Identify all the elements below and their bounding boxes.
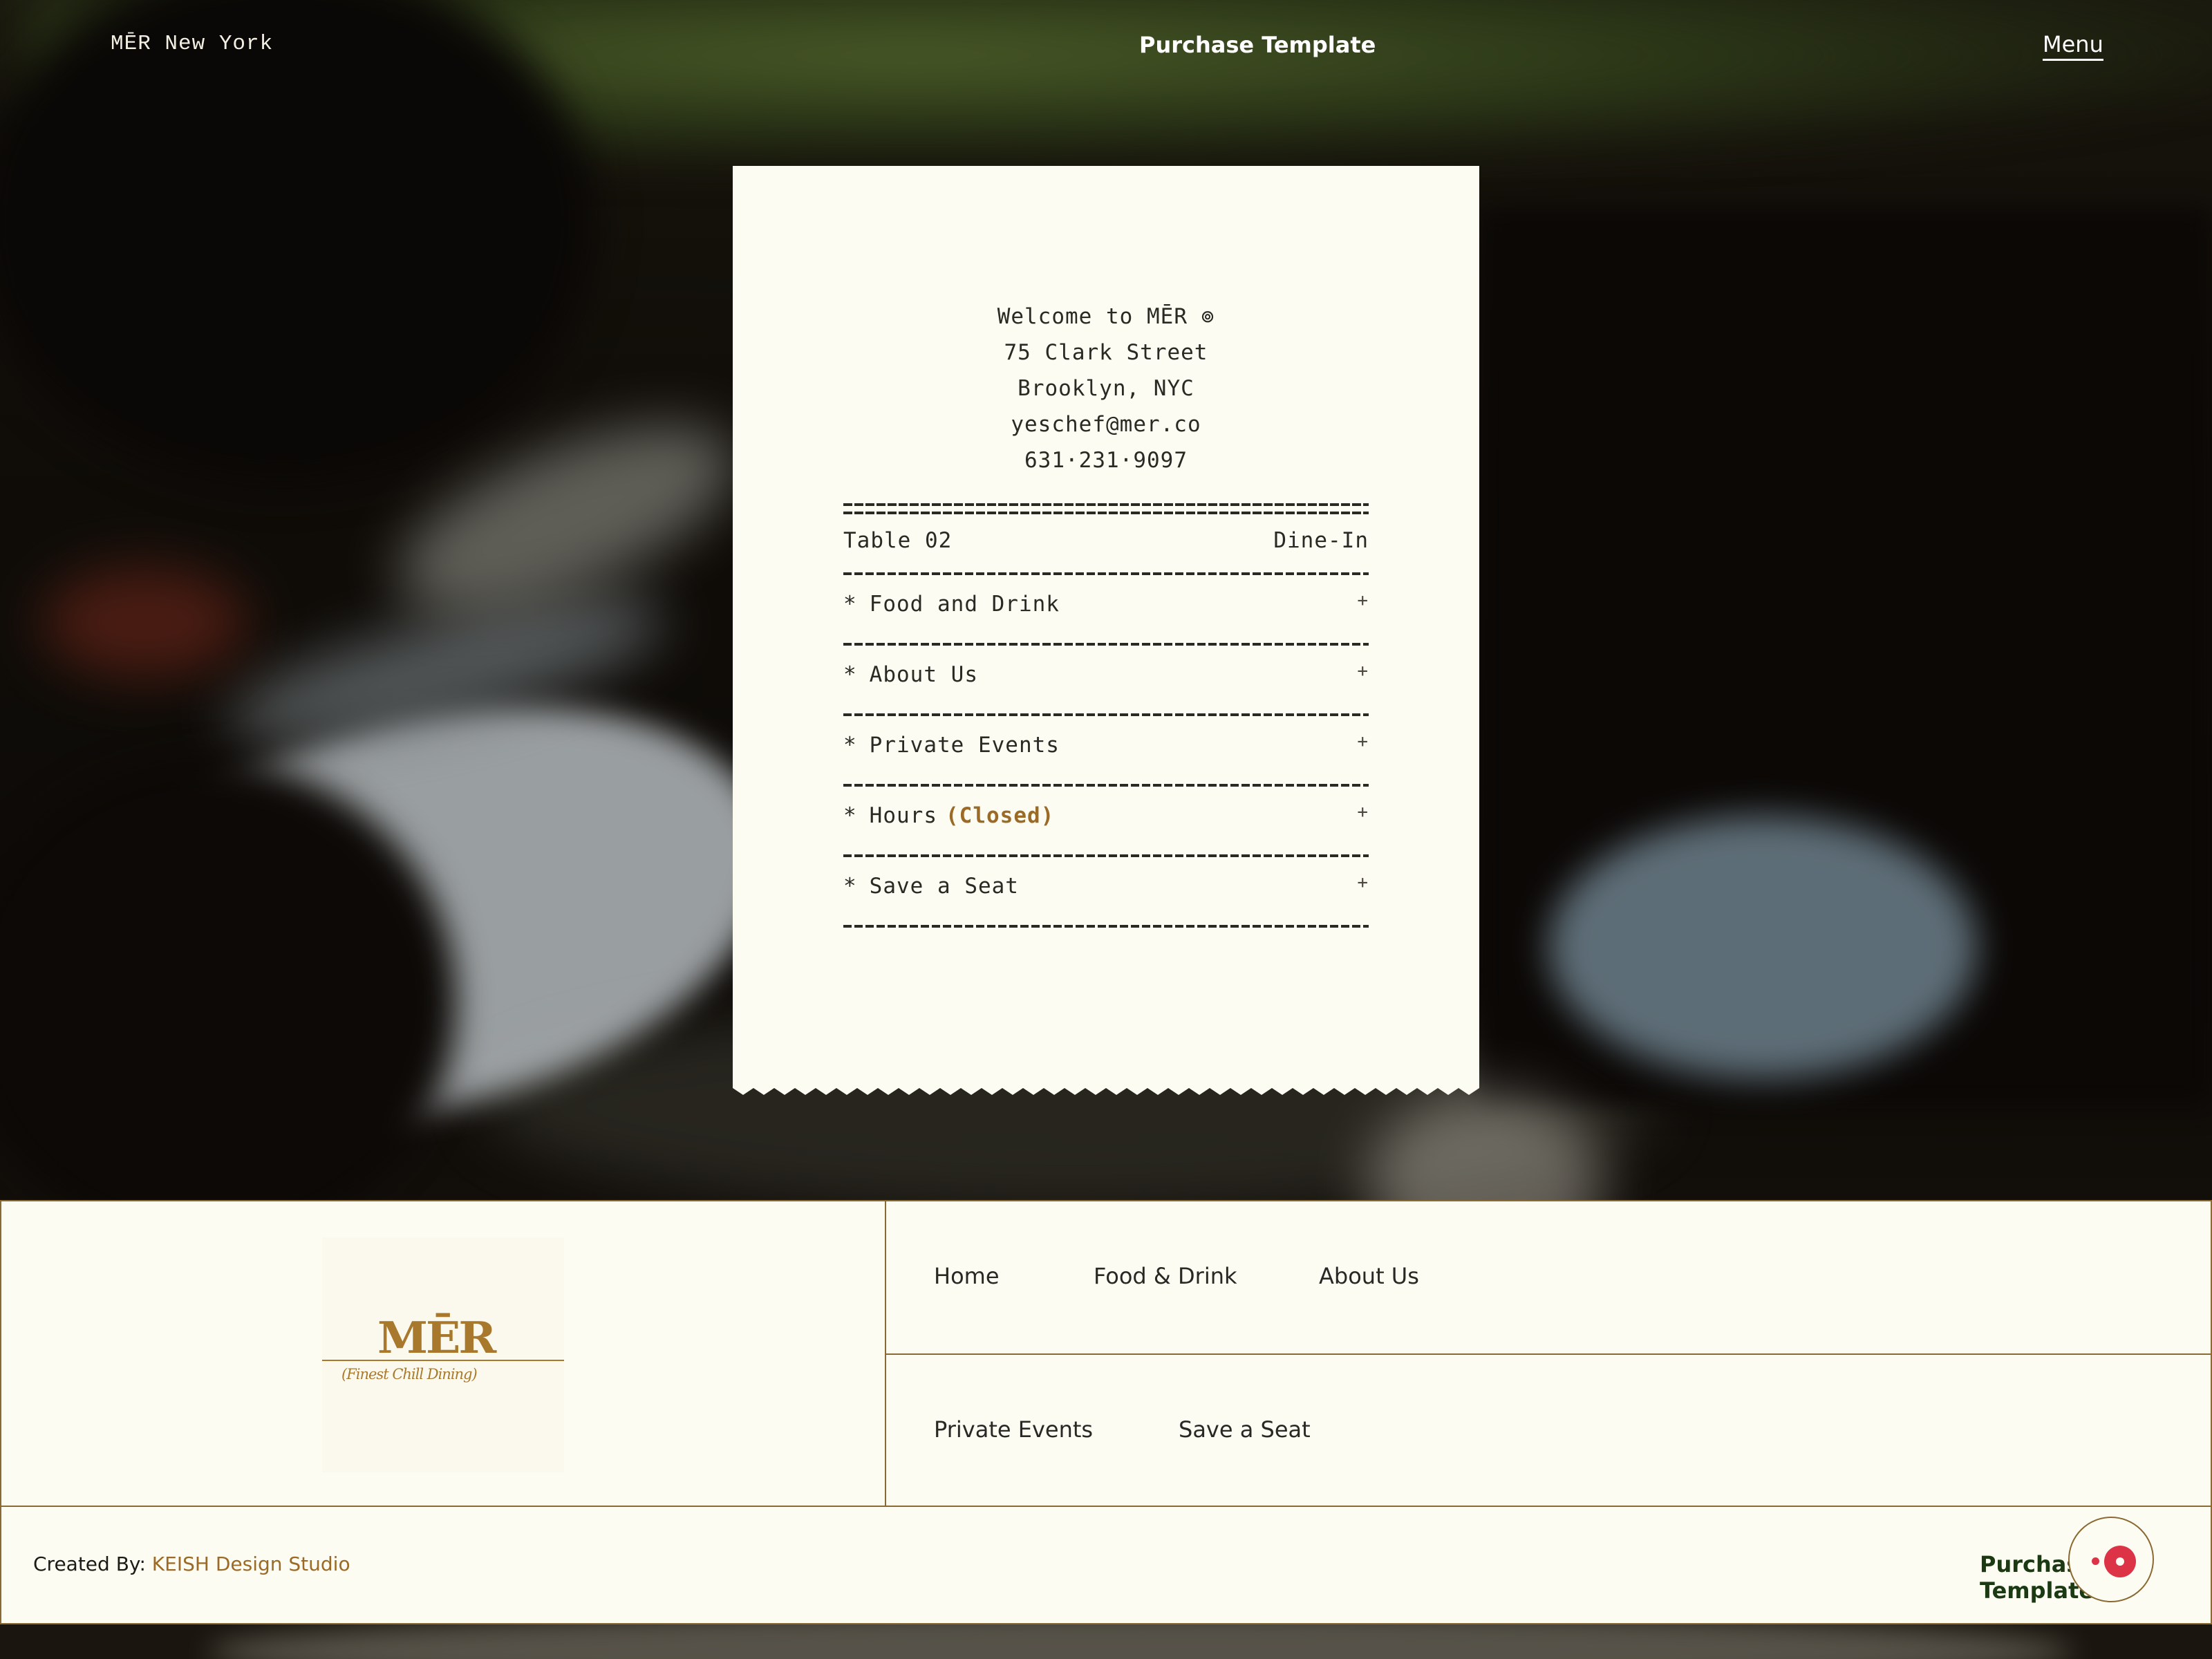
plus-icon[interactable]: + bbox=[1357, 802, 1369, 823]
receipt-torn-edge bbox=[733, 1082, 1479, 1095]
dash-divider bbox=[843, 713, 1369, 716]
footer-nav-about-us[interactable]: About Us bbox=[1319, 1263, 1419, 1289]
divider bbox=[0, 1623, 2212, 1624]
bullet-star: * bbox=[843, 592, 857, 617]
credit-text: Created By: KEISH Design Studio bbox=[33, 1553, 350, 1575]
receipt-card: Welcome to MĒR ⊚ 75 Clark Street Brookly… bbox=[733, 166, 1479, 1085]
table-number: Table 02 bbox=[843, 528, 953, 553]
dash-divider bbox=[843, 572, 1369, 575]
welcome-line: Welcome to MĒR ⊚ bbox=[997, 304, 1215, 329]
receipt-item-hours[interactable]: * Hours (Closed) + bbox=[843, 802, 1369, 845]
phone-line[interactable]: 631·231·9097 bbox=[733, 442, 1479, 478]
brand-name[interactable]: MĒR New York bbox=[111, 32, 273, 56]
bullet-star: * bbox=[843, 874, 857, 899]
street-line: 75 Clark Street bbox=[1004, 340, 1208, 365]
item-label: About Us bbox=[869, 662, 978, 687]
double-rule-bottom bbox=[843, 512, 1369, 514]
bullet-star: * bbox=[843, 733, 857, 758]
plus-icon[interactable]: + bbox=[1357, 872, 1369, 893]
credit-prefix: Created By: bbox=[33, 1553, 146, 1575]
item-label: Private Events bbox=[869, 733, 1060, 758]
plus-icon[interactable]: + bbox=[1357, 590, 1369, 611]
receipt-item-save-a-seat[interactable]: * Save a Seat + bbox=[843, 872, 1369, 915]
logo-underline bbox=[322, 1360, 564, 1361]
receipt-item-private-events[interactable]: * Private Events + bbox=[843, 731, 1369, 774]
table-row-info: Table 02 Dine-In bbox=[843, 528, 1369, 553]
studio-link[interactable]: KEISH Design Studio bbox=[152, 1553, 350, 1575]
item-label: Food and Drink bbox=[869, 592, 1060, 617]
receipt-item-food-and-drink[interactable]: * Food and Drink + bbox=[843, 590, 1369, 633]
item-label: Hours bbox=[869, 803, 937, 828]
menu-button[interactable]: Menu bbox=[2043, 31, 2103, 61]
double-rule-top bbox=[843, 503, 1369, 506]
dash-divider bbox=[843, 925, 1369, 928]
dash-divider bbox=[843, 643, 1369, 646]
service-type: Dine-In bbox=[1273, 528, 1369, 553]
bullet-star: * bbox=[843, 803, 857, 828]
divider bbox=[0, 1506, 2212, 1507]
city-line: Brooklyn, NYC bbox=[1018, 376, 1194, 401]
divider bbox=[0, 1200, 1, 1624]
email-line[interactable]: yeschef@mer.co bbox=[733, 406, 1479, 442]
purchase-template-link[interactable]: Purchase Template bbox=[1139, 32, 1376, 58]
divider bbox=[0, 1200, 2212, 1201]
logo-tagline: (Finest Chill Dining) bbox=[341, 1366, 478, 1382]
divider bbox=[885, 1353, 2212, 1355]
bullet-star: * bbox=[843, 662, 857, 687]
dash-divider bbox=[843, 854, 1369, 857]
receipt-item-about-us[interactable]: * About Us + bbox=[843, 661, 1369, 704]
plus-icon[interactable]: + bbox=[1357, 661, 1369, 682]
plus-icon[interactable]: + bbox=[1357, 731, 1369, 752]
logo-wordmark: MĒR bbox=[377, 1311, 496, 1364]
footer-nav-save-seat[interactable]: Save a Seat bbox=[1179, 1416, 1311, 1443]
record-icon[interactable] bbox=[2068, 1517, 2154, 1602]
footer-nav-home[interactable]: Home bbox=[934, 1263, 1000, 1289]
footer-nav-private-events[interactable]: Private Events bbox=[934, 1416, 1093, 1443]
dash-divider bbox=[843, 784, 1369, 787]
receipt-address: Welcome to MĒR ⊚ 75 Clark Street Brookly… bbox=[733, 299, 1479, 478]
item-label: Save a Seat bbox=[869, 874, 1019, 899]
hours-status: (Closed) bbox=[946, 803, 1055, 828]
footer-nav-food-drink[interactable]: Food & Drink bbox=[1094, 1263, 1237, 1289]
